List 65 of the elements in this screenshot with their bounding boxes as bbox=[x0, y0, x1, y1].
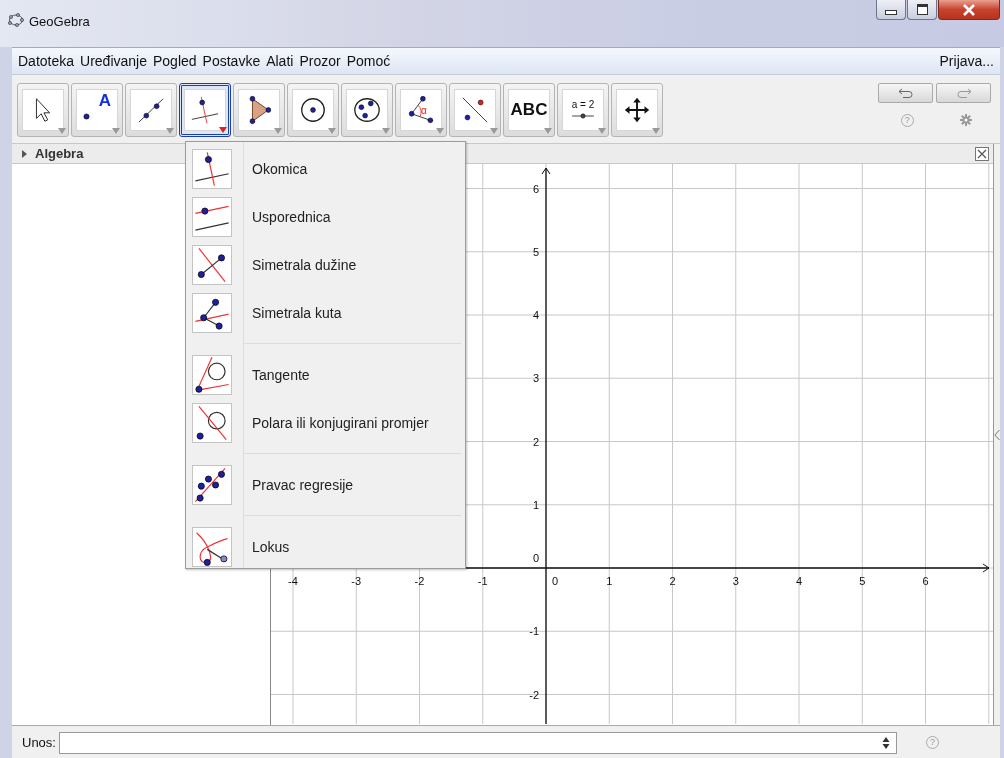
tick-label: 4 bbox=[795, 575, 803, 587]
panel-title: Algebra bbox=[35, 146, 84, 161]
perpendicular-line-icon bbox=[190, 95, 220, 125]
perpendicular-line-icon bbox=[193, 150, 231, 188]
tick-label: 0 bbox=[532, 552, 539, 564]
point-icon bbox=[83, 113, 90, 120]
tick-label: 3 bbox=[732, 575, 739, 587]
menu-item[interactable]: Pogled bbox=[153, 53, 197, 69]
tick-label: 4 bbox=[532, 309, 539, 321]
menu-item[interactable]: Pomoć bbox=[346, 53, 391, 69]
menu-item[interactable]: Postavke bbox=[202, 53, 261, 69]
tool-button[interactable]: A bbox=[71, 83, 123, 137]
tool-button[interactable]: ABC bbox=[503, 83, 555, 137]
menu-item[interactable]: Datoteka bbox=[18, 53, 75, 69]
menu-item[interactable]: Prozor bbox=[299, 53, 341, 69]
tick-label: 5 bbox=[859, 575, 866, 587]
slider-icon bbox=[569, 111, 597, 121]
tick-label: -1 bbox=[477, 575, 488, 587]
tool-button[interactable]: a = 2 bbox=[557, 83, 609, 137]
ellipse-icon bbox=[352, 95, 382, 125]
close-icon bbox=[962, 3, 976, 16]
tick-label: -2 bbox=[529, 688, 539, 701]
menu-item[interactable]: Alati bbox=[266, 53, 294, 69]
undo-icon bbox=[896, 87, 915, 99]
menu-item[interactable]: Uređivanje bbox=[80, 53, 147, 69]
tick-label: -2 bbox=[414, 575, 425, 587]
minimize-button[interactable] bbox=[876, 0, 906, 20]
tool-button[interactable] bbox=[611, 83, 663, 137]
angle-icon bbox=[406, 95, 436, 125]
tool-button[interactable]: α bbox=[395, 83, 447, 137]
close-button[interactable] bbox=[938, 0, 1000, 20]
redo-icon bbox=[954, 87, 973, 99]
tick-label: 1 bbox=[606, 575, 613, 587]
tool-button[interactable] bbox=[233, 83, 285, 137]
reflect-line-icon bbox=[460, 95, 490, 125]
close-icon[interactable] bbox=[975, 146, 989, 161]
tick-label: 5 bbox=[532, 245, 539, 258]
undo-button[interactable] bbox=[878, 83, 933, 103]
expand-arrow-icon[interactable] bbox=[19, 148, 29, 159]
move-arrows-icon bbox=[622, 95, 652, 125]
maximize-button[interactable] bbox=[907, 0, 937, 20]
tick-label: 6 bbox=[532, 182, 539, 195]
tick-label: 6 bbox=[922, 575, 929, 587]
circle-icon bbox=[298, 95, 328, 125]
tick-label: 2 bbox=[669, 575, 676, 587]
maximize-icon bbox=[916, 4, 928, 15]
tick-label: 0 bbox=[552, 575, 559, 587]
tool-button[interactable] bbox=[287, 83, 339, 137]
tick-label: -3 bbox=[351, 575, 362, 587]
tangent-circle-icon bbox=[193, 356, 231, 394]
window-title: GeoGebra bbox=[29, 13, 90, 29]
tool-button[interactable] bbox=[341, 83, 393, 137]
input-label: Unos: bbox=[22, 735, 56, 750]
tick-label: -4 bbox=[288, 575, 298, 587]
tool-button[interactable] bbox=[179, 83, 231, 137]
tool-button[interactable] bbox=[449, 83, 501, 137]
minimize-icon bbox=[885, 10, 897, 15]
input-field[interactable] bbox=[58, 731, 897, 754]
tick-label: 1 bbox=[532, 498, 539, 511]
login-link[interactable]: Prijava... bbox=[939, 53, 994, 69]
tick-label: -1 bbox=[529, 625, 539, 638]
spinner-icon[interactable] bbox=[881, 735, 890, 750]
tick-label: 2 bbox=[532, 435, 539, 448]
app-logo-icon bbox=[8, 12, 24, 27]
tick-label: 3 bbox=[532, 372, 539, 385]
